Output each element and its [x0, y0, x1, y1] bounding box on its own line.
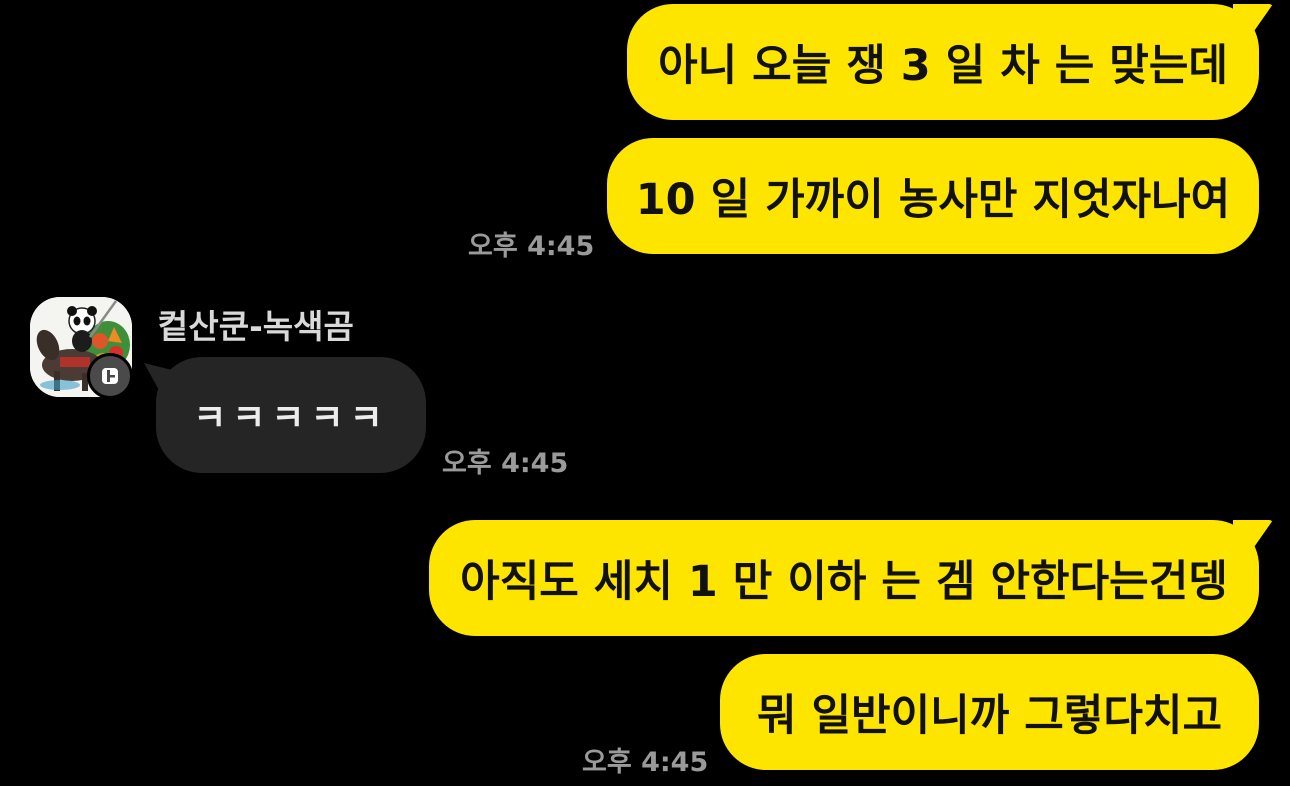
- sender-name: 컽산쿤-녹색곰: [158, 307, 354, 346]
- message-text: 뭐 일반이니까 그렇다치고: [756, 691, 1223, 741]
- message-timestamp: 오후 4:45: [468, 231, 595, 262]
- message-timestamp: 오후 4:45: [582, 747, 709, 778]
- message-text: 10 일 가까이 농사만 지엇자나여: [635, 175, 1231, 225]
- bubble-tail: [1233, 4, 1273, 44]
- bubble-tail: [144, 363, 180, 399]
- outgoing-message-bubble[interactable]: 10 일 가까이 농사만 지엇자나여: [607, 138, 1259, 254]
- bubble-tail: [1233, 520, 1273, 560]
- profile-badge-icon: [87, 353, 133, 399]
- message-text: 아니 오늘 쟁 3 일 차 는 맞는데: [658, 41, 1228, 91]
- message-text: ㅋㅋㅋㅋㅋ: [193, 398, 389, 439]
- outgoing-message-bubble[interactable]: 아니 오늘 쟁 3 일 차 는 맞는데: [627, 4, 1273, 120]
- outgoing-message-bubble[interactable]: 뭐 일반이니까 그렇다치고: [720, 654, 1259, 770]
- incoming-message-bubble[interactable]: ㅋㅋㅋㅋㅋ: [144, 357, 426, 473]
- message-text: 아직도 세치 1 만 이하 는 겜 안한다는건뎅: [460, 557, 1228, 607]
- outgoing-message-bubble[interactable]: 아직도 세치 1 만 이하 는 겜 안한다는건뎅: [429, 520, 1273, 636]
- message-timestamp: 오후 4:45: [442, 448, 569, 479]
